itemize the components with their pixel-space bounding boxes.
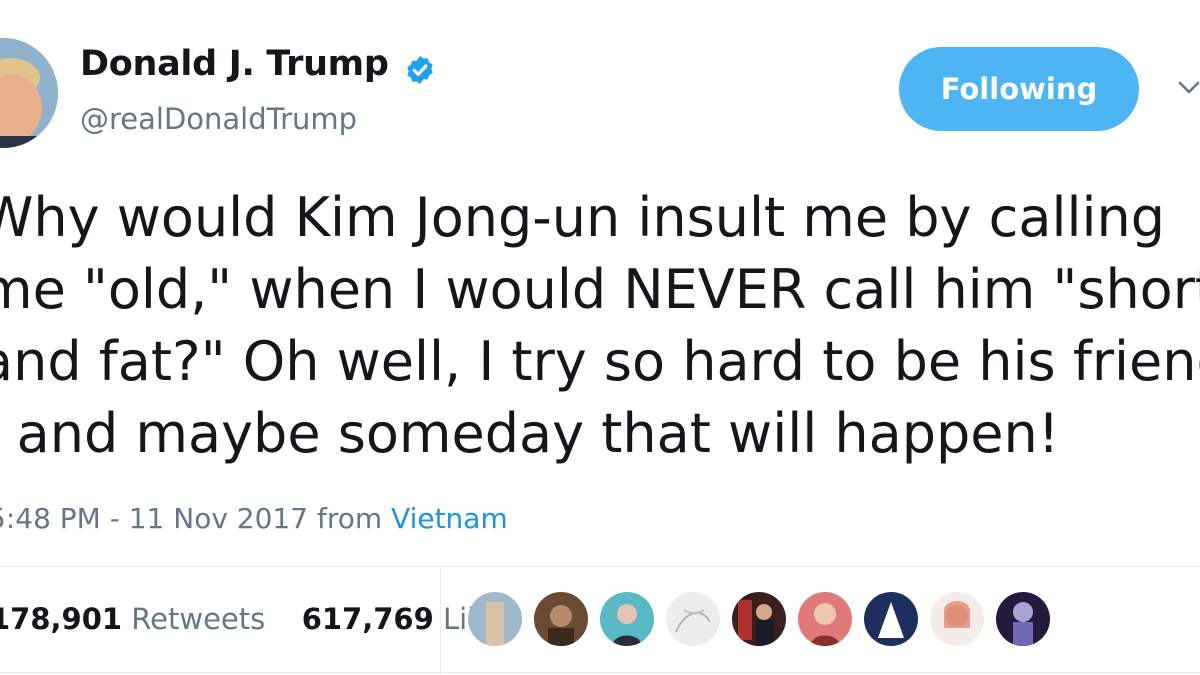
location-link[interactable]: Vietnam xyxy=(391,502,508,535)
verified-badge-icon xyxy=(407,56,433,84)
liker-avatar[interactable] xyxy=(732,592,786,646)
liker-avatar[interactable] xyxy=(930,592,984,646)
from-label: from xyxy=(308,502,392,535)
divider-bottom xyxy=(0,672,1200,673)
following-button[interactable]: Following xyxy=(899,47,1139,131)
divider-top xyxy=(0,566,1200,567)
tweet-text: Why would Kim Jong-un insult me by calli… xyxy=(0,182,1200,470)
likers-avatars xyxy=(468,592,1062,646)
retweets-stat[interactable]: 178,901 Retweets xyxy=(0,602,265,636)
liker-avatar[interactable] xyxy=(996,592,1050,646)
liker-avatar[interactable] xyxy=(534,592,588,646)
tweet-line: - and maybe someday that will happen! xyxy=(0,402,1060,465)
liker-avatar[interactable] xyxy=(666,592,720,646)
retweets-label: Retweets xyxy=(122,602,266,636)
liker-avatar[interactable] xyxy=(600,592,654,646)
chevron-down-icon[interactable] xyxy=(1178,80,1200,96)
liker-avatar[interactable] xyxy=(798,592,852,646)
likes-count: 617,769 xyxy=(301,602,434,636)
tweet-line: me "old," when I would NEVER call him "s… xyxy=(0,258,1200,321)
user-name[interactable]: Donald J. Trump xyxy=(80,44,389,84)
tweet-line: Why would Kim Jong-un insult me by calli… xyxy=(0,186,1165,249)
liker-avatar[interactable] xyxy=(468,592,522,646)
tweet-stats: 178,901 Retweets 617,769 Likes xyxy=(0,602,516,636)
user-handle[interactable]: @realDonaldTrump xyxy=(80,102,357,136)
liker-avatar[interactable] xyxy=(864,592,918,646)
tweet-meta: 5:48 PM - 11 Nov 2017 from Vietnam xyxy=(0,502,508,535)
avatar[interactable] xyxy=(0,38,58,148)
tweet-timestamp[interactable]: 5:48 PM - 11 Nov 2017 xyxy=(0,502,308,535)
retweets-count: 178,901 xyxy=(0,602,123,636)
tweet-line: and fat?" Oh well, I try so hard to be h… xyxy=(0,330,1200,393)
